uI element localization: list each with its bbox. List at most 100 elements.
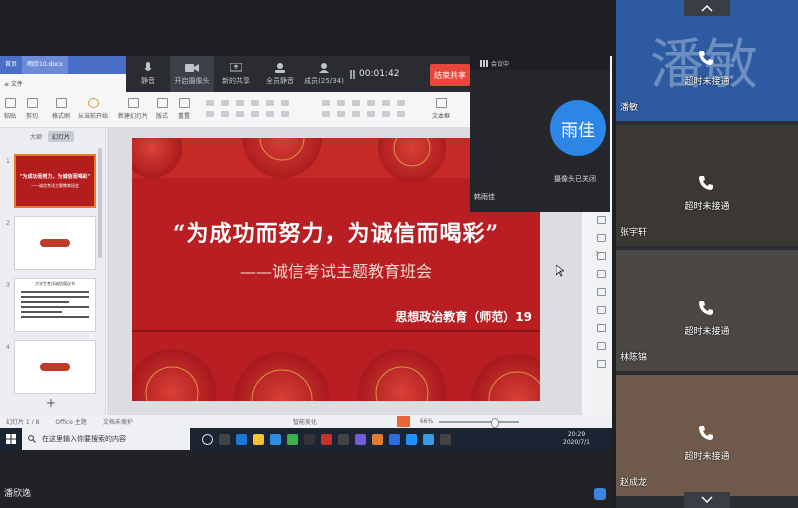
security-icon[interactable] [287,433,298,445]
signal-bars-icon [480,59,488,67]
edge-icon[interactable] [236,433,247,445]
tool-icon[interactable] [596,288,606,296]
font-format-group [206,100,291,117]
participant-tile[interactable]: 潘敏 超时未接通 潘敏 [616,0,798,121]
mute-all-label: 全员静音 [266,77,294,85]
taskbar-clock[interactable]: 20:29 2020/7/1 [563,431,590,447]
format-painter-button[interactable]: 格式刷 [52,98,70,120]
participant-name: 林陈锦 [620,353,648,363]
new-share-button[interactable]: 新的共享 [214,56,258,92]
tab-document[interactable]: 雨欣10.docx [22,56,68,74]
app-icon[interactable] [440,433,451,445]
overlay-header: 会议中 [470,56,610,70]
tool-icon[interactable] [596,360,606,368]
members-button[interactable]: 成员(25/34) [302,56,346,92]
slide-thumbnail-1[interactable]: "为成功而努力，为诚信而喝彩" ——诚信考试主题教育班会 [14,154,96,208]
reset-icon [178,98,190,108]
thumb-pill [40,239,70,247]
slide-thumbnail-2[interactable] [14,216,96,270]
slide-number: 4 [6,344,10,351]
slide-subtitle: ——诚信考试主题教育班会 [239,262,432,281]
app-icon[interactable] [338,433,349,445]
windows-start-icon[interactable] [0,428,22,450]
participant-tile[interactable]: 超时未接通 张宇轩 [616,125,798,246]
slide-thumbnail-4[interactable] [14,340,96,394]
tool-icon[interactable] [596,216,606,224]
members-icon [317,62,331,74]
layout-label: 版式 [156,113,169,120]
mute-button[interactable]: 静音 [126,56,170,92]
zoom-level[interactable]: 66% [420,418,433,425]
tab-home[interactable]: 首页 [0,56,22,74]
signal-icon [350,69,355,79]
layout-button[interactable]: 版式 [156,98,168,120]
format-label: 格式刷 [52,113,71,120]
slide-thumbnail-3[interactable]: 大学生考试诚信倡议书 [14,278,96,332]
wps-icon[interactable] [321,433,332,445]
self-video-tile: 会议中 雨佳 摄像头已关闭 韩雨佳 [470,56,610,212]
participant-tile[interactable]: 超时未接通 林陈锦 [616,250,798,371]
tool-icon[interactable] [596,342,606,350]
new-slide-icon [127,98,139,108]
beautify-button[interactable]: 智能美化 [293,417,317,426]
paste-button[interactable]: 粘贴 [4,98,16,120]
meeting-app-icon[interactable] [406,433,417,445]
mute-all-button[interactable]: 全员静音 [258,56,302,92]
wps-tabs: 首页 雨欣10.docx [0,56,126,74]
chevron-right-icon[interactable]: › [595,246,600,260]
play-label: 从当前开始 [78,113,109,120]
theme-name: Office 主题 [55,419,87,426]
camera-icon [185,62,199,74]
app-icon[interactable] [389,433,400,445]
tab-outline[interactable]: 大纲 [30,132,42,141]
app-icon[interactable] [304,433,315,445]
end-share-button[interactable]: 结束共享 [430,64,470,86]
app-badge-icon[interactable] [594,488,606,500]
phone-icon [699,51,713,65]
tool-icon[interactable] [596,234,606,242]
bottom-bar [0,478,612,508]
participant-tile[interactable]: 超时未接通 赵成龙 [616,375,798,496]
taskbar-apps [202,433,451,445]
tool-icon[interactable] [596,270,606,278]
camera-button[interactable]: 开启摄像头 [170,56,214,92]
file-menu[interactable]: ≡ 文件 [4,79,23,88]
taskbar-search[interactable]: 在这里输入你要搜索的内容 [22,428,190,450]
app-icon[interactable] [423,433,434,445]
play-from-current-button[interactable]: 从当前开始 [78,98,108,120]
tool-icon[interactable] [596,324,606,332]
play-slideshow-button[interactable] [396,416,410,427]
layout-icon [156,98,168,108]
thumb-title: 大学生考试诚信倡议书 [35,281,75,286]
slide-organization: 思想政治教育（师范）19 [395,310,532,324]
cortana-icon[interactable] [202,433,213,445]
textbox-label: 文本框 [432,113,451,120]
app-icon[interactable] [355,433,366,445]
reset-label: 重置 [178,113,191,120]
zoom-slider[interactable] [439,417,520,428]
slide-number: 2 [6,220,10,227]
bottom-participant-name: 潘欣逸 [4,489,32,499]
tool-icon[interactable] [596,306,606,314]
tab-slides[interactable]: 幻灯片 [48,130,75,142]
search-icon [28,435,36,443]
new-slide-button[interactable]: 新建幻灯片 [118,98,148,120]
slide-panel-scrollbar[interactable] [98,148,102,258]
paste-label: 粘贴 [4,113,17,120]
textbox-button[interactable]: 文本框 [432,98,450,120]
add-slide-button[interactable]: + [46,396,56,410]
scroll-down-button[interactable] [684,492,730,508]
browser-icon[interactable] [270,433,281,445]
folder-icon[interactable] [253,433,264,445]
scroll-up-button[interactable] [684,0,730,16]
call-status: 超时未接通 [684,327,730,337]
microphone-icon [141,62,155,74]
reset-button[interactable]: 重置 [178,98,190,120]
task-view-icon[interactable] [219,433,230,445]
app-icon[interactable] [372,433,383,445]
share-screen-icon [229,62,243,74]
cut-button[interactable]: 剪切 [26,98,38,120]
right-toolbar [590,210,612,415]
chevron-down-icon [701,496,713,504]
slide-title: “为成功而努力，为诚信而喝彩” [172,221,500,247]
